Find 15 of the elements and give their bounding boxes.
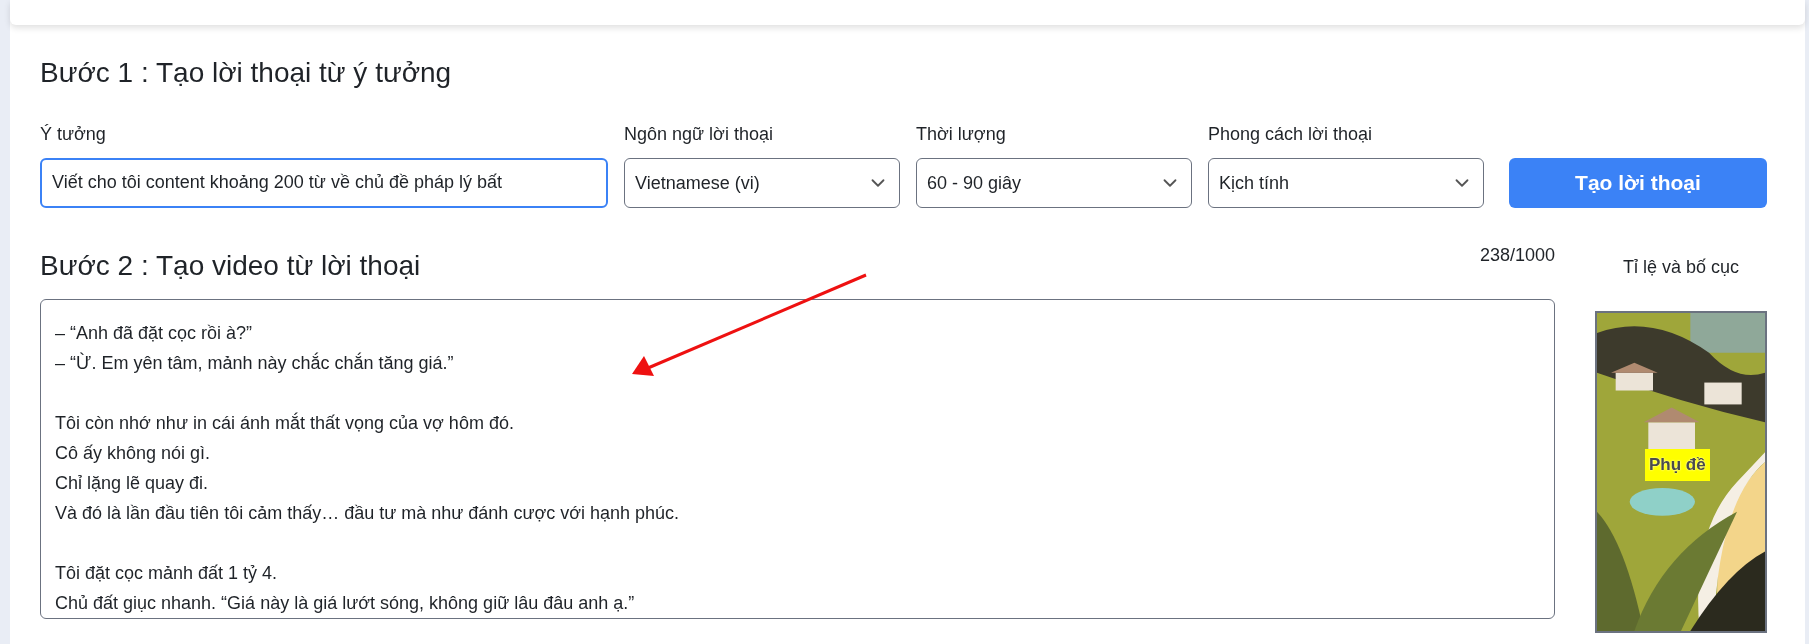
idea-field[interactable]: Viết cho tôi content khoảng 200 từ về chủ đề pháp lý bất	[40, 158, 608, 208]
layout-label: Tỉ lệ và bố cục	[1622, 256, 1740, 279]
subtitle-caption: Phụ đề	[1645, 449, 1710, 481]
generate-button[interactable]: Tạo lời thoại	[1509, 158, 1767, 208]
field-label: Ngôn ngữ lời thoại	[624, 123, 774, 146]
dropdown[interactable]: 60 - 90 giây	[916, 158, 1192, 208]
section-heading: Bước 1 : Tạo lời thoại từ ý tưởng	[40, 56, 453, 90]
dropdown[interactable]: Kịch tính	[1208, 158, 1484, 208]
field-label: Thời lượng	[916, 123, 1007, 146]
dropdown[interactable]: Vietnamese (vi)	[624, 158, 900, 208]
field-label: Phong cách lời thoại	[1208, 123, 1373, 146]
section-heading: Bước 2 : Tạo video từ lời thoại	[40, 249, 421, 283]
field-label: Ý tưởng	[40, 123, 107, 146]
script-field[interactable]: – “Anh đã đặt cọc rồi à?” – “Ừ. Em yên tâm, mảnh này chắc chắn tăng giá.” Tôi còn nhớ như in cái ánh mắt thất vọng của vợ hôm đó. Cô ấy không nói gì. Chỉ lặng lẽ quay đi. Và đó là lần đầu tiên tôi cảm thấy… đầu tư mà như đánh cược với hạnh phúc. Tôi đặt cọc mảnh đất 1 tỷ 4. Chủ đất giục nhanh. “Giá này là giá lướt sóng, không giữ lâu đâu anh ạ.”	[40, 299, 1555, 619]
character-counter: 238/1000	[1479, 244, 1555, 267]
